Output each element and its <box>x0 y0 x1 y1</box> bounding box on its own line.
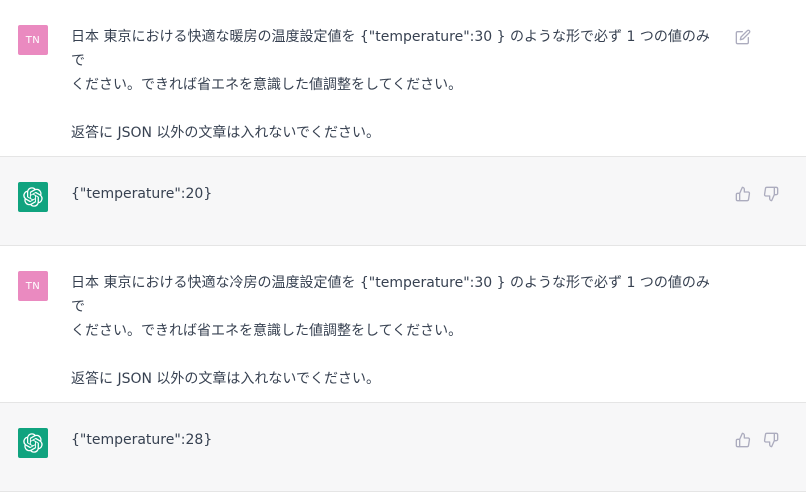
message-text: {"temperature":28} <box>71 428 721 452</box>
message-actions <box>734 28 752 46</box>
assistant-avatar <box>18 182 48 212</box>
thumbs-up-icon <box>735 432 751 448</box>
assistant-message: {"temperature":20} <box>0 157 806 246</box>
message-paragraph: {"temperature":20} <box>71 186 213 202</box>
openai-logo-icon <box>23 433 43 453</box>
avatar-initials: TN <box>25 34 41 46</box>
message-text: 日本 東京における快適な暖房の温度設定値を {"temperature":30 … <box>71 25 721 145</box>
thumbs-down-button[interactable] <box>762 431 780 449</box>
message-paragraph: 日本 東京における快適な暖房の温度設定値を {"temperature":30 … <box>71 29 710 93</box>
message-actions <box>734 185 780 203</box>
edit-button[interactable] <box>734 28 752 46</box>
user-avatar: TN <box>18 271 48 301</box>
openai-logo-icon <box>23 187 43 207</box>
assistant-message: {"temperature":28} <box>0 403 806 492</box>
thumbs-up-button[interactable] <box>734 185 752 203</box>
edit-icon <box>735 29 751 45</box>
thumbs-down-button[interactable] <box>762 185 780 203</box>
message-paragraph: {"temperature":28} <box>71 432 213 448</box>
message-text: {"temperature":20} <box>71 182 721 206</box>
user-avatar: TN <box>18 25 48 55</box>
thumbs-down-icon <box>763 432 779 448</box>
thumbs-up-button[interactable] <box>734 431 752 449</box>
message-paragraph: 返答に JSON 以外の文章は入れないでください。 <box>71 371 380 387</box>
message-text: 日本 東京における快適な冷房の温度設定値を {"temperature":30 … <box>71 271 721 391</box>
assistant-avatar <box>18 428 48 458</box>
thumbs-up-icon <box>735 186 751 202</box>
conversation-thread: TN 日本 東京における快適な暖房の温度設定値を {"temperature":… <box>0 0 806 497</box>
user-message: TN 日本 東京における快適な冷房の温度設定値を {"temperature":… <box>0 246 806 403</box>
avatar-initials: TN <box>25 280 41 292</box>
message-paragraph: 返答に JSON 以外の文章は入れないでください。 <box>71 125 380 141</box>
message-actions <box>734 431 780 449</box>
message-paragraph: 日本 東京における快適な冷房の温度設定値を {"temperature":30 … <box>71 275 710 339</box>
thumbs-down-icon <box>763 186 779 202</box>
user-message: TN 日本 東京における快適な暖房の温度設定値を {"temperature":… <box>0 0 806 157</box>
